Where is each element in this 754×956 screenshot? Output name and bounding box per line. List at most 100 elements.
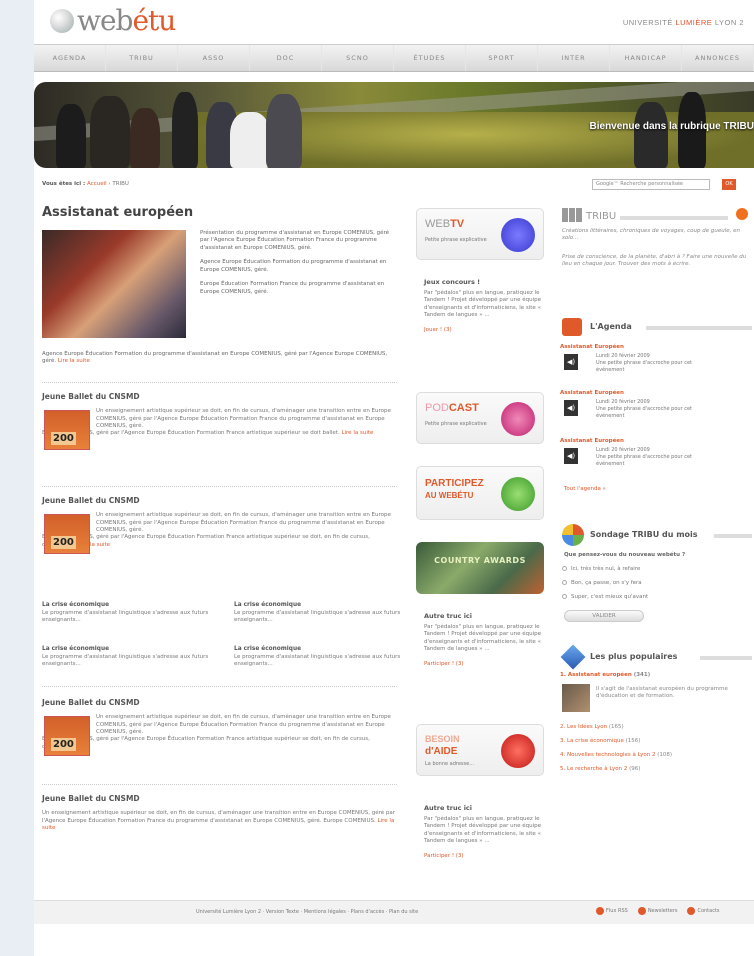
people-icon <box>501 477 535 511</box>
autre-link[interactable]: Participer ! (3) <box>424 853 464 859</box>
featured-text: Présentation du programme d'assistanat e… <box>200 230 396 303</box>
popular-icon <box>560 644 586 670</box>
agenda-item-text: Lundi 20 février 2009 Une petite phrase d… <box>596 399 692 419</box>
nav-asso[interactable]: ASSO <box>178 45 250 71</box>
featured-summary: Agence Europe Éducation Formation du pro… <box>42 351 388 365</box>
poll-icon <box>562 524 584 546</box>
article-title[interactable]: Jeune Ballet du CNSMD <box>42 794 397 804</box>
webtv-box[interactable]: WEBTV Petite phrase explicative <box>416 208 544 260</box>
awards-banner[interactable]: COUNTRY AWARDS <box>416 542 544 594</box>
article-body: Un enseignement artistique supérieur se … <box>96 408 391 429</box>
poll-option[interactable]: Bon, ça passe, on s'y fera <box>562 580 642 587</box>
agenda-title: L'Agenda <box>590 322 632 331</box>
university-logo[interactable]: UNIVERSITÉ LUMIÈRE LYON 2 <box>623 18 744 28</box>
main-column: Assistanat européen Présentation du prog… <box>42 204 400 831</box>
webtv-subtitle: Petite phrase explicative <box>425 237 487 243</box>
featured-photo[interactable] <box>42 230 186 338</box>
banner-person <box>634 102 668 168</box>
podcast-box[interactable]: PODCAST Petite phrase explicative <box>416 392 544 444</box>
popular-item[interactable]: 2. Les Idées Lyon (165) <box>560 724 624 731</box>
featured-paragraph: Présentation du programme d'assistanat e… <box>200 230 390 251</box>
autre-link[interactable]: Participer ! (3) <box>424 661 464 667</box>
tribu-text: Créations littéraires, chroniques de voy… <box>562 228 741 242</box>
read-more-link[interactable]: Lire la suite <box>341 430 373 436</box>
banner-person <box>130 108 160 168</box>
article-title[interactable]: Jeune Ballet du CNSMD <box>42 496 397 506</box>
besoin-aide-box[interactable]: BESOIN d'AIDE La bonne adresse... <box>416 724 544 776</box>
popular-item[interactable]: 3. La crise économique (156) <box>560 738 640 745</box>
breadcrumb-current: TRIBU <box>112 181 129 187</box>
popular-item-1[interactable]: 1. Assistanat européen (341) <box>560 672 650 679</box>
contact-icon <box>687 907 696 915</box>
nav-etudes[interactable]: ÉTUDES <box>394 45 466 71</box>
agenda-item[interactable]: Assistanat Européen ◀) Lundi 20 février … <box>560 390 754 419</box>
nav-agenda[interactable]: AGENDA <box>34 45 106 71</box>
radio-icon <box>562 580 567 585</box>
nav-handicap[interactable]: HANDICAP <box>610 45 682 71</box>
poll-submit-button[interactable]: VALIDER <box>564 610 644 622</box>
nav-scno[interactable]: SCNO <box>322 45 394 71</box>
podcast-title: PODCAST <box>425 402 479 414</box>
besoin-title: BESOIN <box>425 734 460 744</box>
agenda-all-link[interactable]: Tout l'agenda » <box>564 486 606 493</box>
article-tail: Europe COMENIUS, géré par l'Agence Europ… <box>42 430 374 437</box>
nav-doc[interactable]: DOC <box>250 45 322 71</box>
popular-item[interactable]: 4. Nouvelles technologies à Lyon 2 (108) <box>560 752 672 759</box>
article-title[interactable]: Jeune Ballet du CNSMD <box>42 698 397 708</box>
popular-item[interactable]: 5. Le recherche à Lyon 2 (96) <box>560 766 640 773</box>
mini-article[interactable]: La crise économique Le programme d'assist… <box>42 602 210 625</box>
globe-icon <box>50 9 74 33</box>
rss-link[interactable]: Flux RSS <box>596 907 628 915</box>
popular-description: Il s'agit de l'assistanat européen du pr… <box>596 686 728 700</box>
radio-icon <box>562 566 567 571</box>
newsletter-icon <box>637 907 646 915</box>
search-input[interactable]: Google™ Recherche personnalisée <box>592 179 710 190</box>
site-header: webétu UNIVERSITÉ LUMIÈRE LYON 2 <box>34 0 754 44</box>
banner-person <box>266 94 302 168</box>
agenda-item[interactable]: Assistanat Européen ◀) Lundi 20 février … <box>560 438 754 467</box>
rss-icon[interactable] <box>736 208 748 220</box>
agenda-item-title: Assistanat Européen <box>560 344 624 350</box>
autre-title[interactable]: Autre truc ici <box>424 804 544 813</box>
article-thumbnail[interactable]: 200 <box>44 410 90 450</box>
nav-inter[interactable]: INTER <box>538 45 610 71</box>
main-nav: AGENDA TRIBU ASSO DOC SCNO ÉTUDES SPORT … <box>34 44 754 72</box>
left-strip <box>0 0 34 956</box>
article-thumbnail[interactable]: 200 <box>44 514 90 554</box>
site-logo[interactable]: webétu <box>50 4 176 37</box>
mini-article[interactable]: La crise économique Le programme d'assist… <box>234 646 402 669</box>
jeux-link[interactable]: Jouer ! (3) <box>424 327 452 333</box>
breadcrumb-home-link[interactable]: Accueil <box>87 181 107 187</box>
autre-title[interactable]: Autre truc ici <box>424 612 544 621</box>
search-button[interactable]: OK <box>722 179 736 190</box>
jeux-title[interactable]: Jeux concours ! <box>424 278 544 287</box>
tv-icon <box>501 218 535 252</box>
participez-box[interactable]: PARTICIPEZ AU WEBÉTU <box>416 466 544 520</box>
article-thumbnail[interactable]: 200 <box>44 716 90 756</box>
title-bar <box>646 326 752 330</box>
poll-option[interactable]: Ici, très très nul, à refaire <box>562 566 640 573</box>
popular-title: Les plus populaires <box>590 652 678 661</box>
jeux-concours: Jeux concours ! Par "pédalos" plus en la… <box>424 278 544 334</box>
podcast-icon <box>501 402 535 436</box>
help-icon <box>501 734 535 768</box>
nav-sport[interactable]: SPORT <box>466 45 538 71</box>
banner-person <box>56 104 86 168</box>
poll-option[interactable]: Super, c'est mieux qu'avant <box>562 594 648 601</box>
banner-person <box>90 96 130 168</box>
footer-links[interactable]: Université Lumière Lyon 2 · Version Text… <box>196 909 418 916</box>
featured-paragraph: Agence Europe Éducation Formation du pro… <box>200 259 387 273</box>
nav-annonces[interactable]: ANNONCES <box>682 45 754 71</box>
page-bottom <box>34 924 754 956</box>
agenda-item[interactable]: Assistanat Européen ◀) Lundi 20 février … <box>560 344 754 373</box>
nav-tribu[interactable]: TRIBU <box>106 45 178 71</box>
article-title[interactable]: Jeune Ballet du CNSMD <box>42 392 397 402</box>
article-tail: Europe COMENIUS, géré par l'Agence Europ… <box>42 736 370 749</box>
popular-thumbnail[interactable] <box>562 684 590 712</box>
read-more-link[interactable]: Lire la suite <box>58 358 90 364</box>
contact-link[interactable]: Contacts <box>687 907 720 915</box>
newsletter-link[interactable]: Newsletters <box>637 907 677 915</box>
mini-article[interactable]: La crise économique Le programme d'assist… <box>234 602 402 625</box>
divider <box>42 686 397 687</box>
mini-article[interactable]: La crise économique Le programme d'assist… <box>42 646 210 669</box>
